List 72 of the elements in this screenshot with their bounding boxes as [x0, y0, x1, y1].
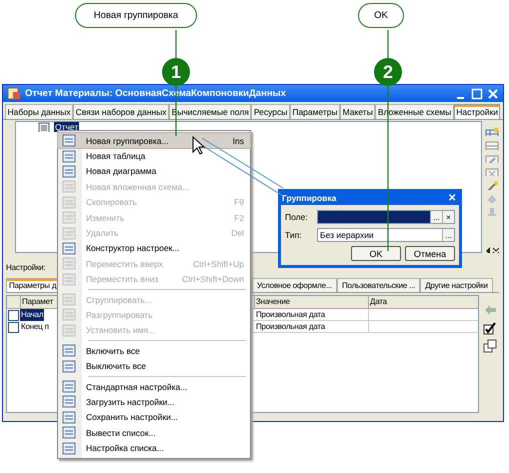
list-icon — [62, 211, 76, 224]
list-icon — [62, 344, 76, 358]
add-table-icon[interactable] — [485, 127, 499, 136]
field-label: Поле: — [285, 212, 309, 222]
menu-item[interactable]: Новая диаграмма — [58, 164, 250, 180]
dialog-title: Группировка — [282, 193, 336, 203]
column-header: Значение — [254, 296, 368, 308]
tab[interactable]: Пользовательские ... — [336, 278, 420, 292]
list-icon — [62, 426, 76, 440]
list-icon — [62, 293, 76, 306]
list-icon — [62, 360, 76, 373]
menu-item[interactable]: Новая таблица — [58, 148, 250, 164]
list-icon — [62, 134, 76, 148]
menu-item[interactable]: Выключить все — [58, 358, 250, 374]
tab[interactable]: Настройки — [454, 104, 500, 119]
tab[interactable]: Наборы данных — [5, 104, 74, 119]
dialog-button[interactable]: OK — [351, 246, 401, 261]
list-icon — [62, 180, 76, 194]
tab[interactable]: Параметры — [290, 104, 340, 119]
maximize-icon[interactable] — [471, 88, 483, 100]
tab[interactable]: Другие настройки — [420, 278, 493, 292]
column-header: Дата — [368, 296, 478, 308]
checkbox[interactable] — [8, 322, 19, 332]
list-icon — [62, 257, 76, 270]
menu-item[interactable]: Сохранить настройки... — [58, 410, 250, 426]
step-number: 1 — [162, 58, 190, 86]
menu-item[interactable]: Загрузить настройки... — [58, 394, 250, 410]
list-icon — [62, 442, 76, 455]
menu-item[interactable]: Настройка списка... — [58, 440, 250, 456]
list-icon — [62, 150, 76, 163]
list-icon — [62, 164, 76, 178]
grid-icon[interactable] — [485, 140, 499, 150]
uncheck-all-icon[interactable] — [483, 339, 497, 353]
close-button[interactable]: ✕ — [446, 192, 458, 204]
mouse-cursor-icon — [192, 136, 206, 155]
list-icon — [62, 226, 76, 240]
callout-label: OK — [358, 3, 404, 28]
dialog-button[interactable]: Отмена — [405, 246, 455, 261]
table-cell: Произвольная дата — [252, 309, 368, 321]
collapse-icon[interactable] — [485, 246, 499, 253]
close-icon[interactable] — [487, 88, 499, 100]
edit-icon[interactable] — [485, 154, 499, 163]
list-icon — [62, 272, 76, 286]
settings-label: Настройки: — [6, 262, 46, 274]
menu-item[interactable]: Включить все — [58, 343, 250, 358]
list-icon — [62, 395, 76, 408]
delete-icon[interactable] — [485, 166, 499, 176]
table-cell: Конец п — [20, 321, 50, 333]
menu-item[interactable]: Стандартная настройка... — [58, 378, 250, 394]
list-icon — [62, 242, 76, 255]
list-icon — [62, 324, 76, 337]
list-icon — [62, 380, 76, 394]
menu-item[interactable]: Новая группировка... Ins — [58, 133, 250, 148]
menu-item[interactable]: Вывести список... — [58, 425, 250, 440]
report-icon — [38, 122, 52, 132]
tab[interactable]: Условное оформле... — [252, 278, 337, 292]
table-cell: Произвольная дата — [252, 321, 368, 333]
tab[interactable]: Макеты — [340, 104, 376, 119]
wand-icon[interactable] — [485, 180, 499, 190]
field-label: Тип: — [285, 230, 303, 240]
tab[interactable]: Ресурсы — [251, 104, 290, 119]
check-all-icon[interactable] — [483, 321, 497, 335]
list-icon — [62, 196, 76, 209]
step-number: 2 — [374, 58, 402, 86]
callout-label: Новая группировка — [75, 3, 197, 28]
menu-item[interactable]: Конструктор настроек... — [58, 240, 250, 256]
document-icon — [7, 87, 21, 100]
list-icon — [62, 308, 76, 322]
list-icon — [62, 410, 76, 424]
table-cell: Начал — [20, 309, 44, 321]
checkbox[interactable] — [8, 310, 19, 320]
tab[interactable]: Связи наборов данных — [73, 104, 170, 119]
